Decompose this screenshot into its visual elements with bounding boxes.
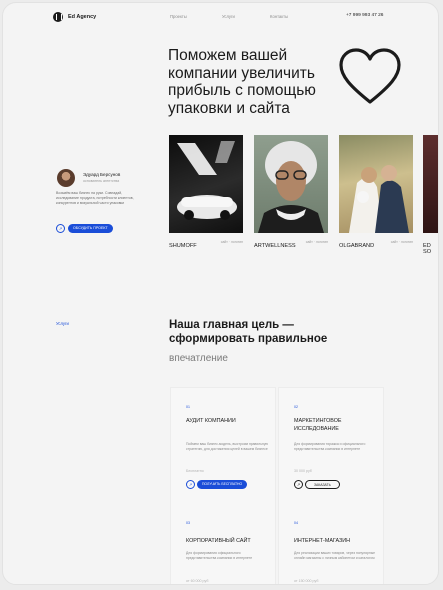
brand-name: Ed Agency bbox=[68, 14, 97, 20]
service-price: 30 000 руб bbox=[294, 469, 312, 473]
service-card-research: 02 МАРКЕТИНГОВОЕ ИССЛЕДОВАНИЕ Для формир… bbox=[278, 387, 384, 584]
phone-link[interactable]: +7 999 993 47 26 bbox=[346, 13, 383, 18]
author-role: основатель агентства bbox=[83, 179, 120, 183]
portfolio-card-shumoff[interactable] bbox=[169, 135, 243, 233]
service-price: Бесплатно bbox=[186, 469, 204, 473]
portfolio-name[interactable]: ED SO bbox=[423, 243, 438, 255]
goal-title-faded: впечатление bbox=[169, 353, 228, 364]
services-grid: 01 АУДИТ КОМПАНИИ Поймем ваш бизнес-моде… bbox=[170, 387, 385, 584]
author-name: Эдуард Берсунов bbox=[83, 172, 121, 177]
get-free-label: ПОЛУЧИТЬ БЕСПЛАТНО bbox=[197, 480, 248, 489]
service-number: 01 bbox=[186, 405, 190, 409]
brand-logo[interactable]: Ed Agency bbox=[53, 12, 96, 22]
service-card-audit: 01 АУДИТ КОМПАНИИ Поймем ваш бизнес-моде… bbox=[170, 387, 276, 584]
service-number: 04 bbox=[294, 521, 298, 525]
get-free-button[interactable]: ↗ ПОЛУЧИТЬ БЕСПЛАТНО bbox=[186, 480, 248, 489]
arrow-icon: ↗ bbox=[294, 480, 303, 489]
service-price: от 60 000 руб bbox=[186, 579, 209, 583]
portfolio-card-artwellness[interactable] bbox=[254, 135, 328, 233]
wedding-photo bbox=[349, 165, 409, 233]
brand-mark-icon bbox=[53, 12, 63, 22]
arrow-icon: ↗ bbox=[56, 224, 65, 233]
nav-link-projects[interactable]: Проекты bbox=[170, 14, 187, 19]
portrait-photo bbox=[258, 141, 324, 233]
portfolio-name[interactable]: ARTWELLNESS bbox=[254, 243, 296, 249]
service-number: 03 bbox=[186, 521, 190, 525]
goal-title: Наша главная цель — сформировать правиль… bbox=[169, 319, 328, 345]
discuss-project-label: ОБСУДИТЬ ПРОЕКТ bbox=[68, 224, 113, 233]
page-frame: Ed Agency Проекты Услуги Контакты +7 999… bbox=[2, 2, 439, 585]
service-title: АУДИТ КОМПАНИИ bbox=[186, 418, 236, 424]
arrow-icon: ↗ bbox=[186, 480, 195, 489]
service-title: ИНТЕРНЕТ-МАГАЗИН bbox=[294, 538, 351, 544]
car-photo bbox=[177, 141, 237, 220]
hero-title: Поможем вашей компании увеличить прибыль… bbox=[168, 47, 316, 117]
portfolio-card-olgabrand[interactable] bbox=[339, 135, 413, 233]
nav-link-contacts[interactable]: Контакты bbox=[270, 14, 288, 19]
service-number: 02 bbox=[294, 405, 298, 409]
service-description: Для формирования тиражка и официального … bbox=[294, 442, 366, 451]
nav-link-services[interactable]: Услуги bbox=[222, 14, 235, 19]
service-description: Поймем ваш бизнес-модель, выстроим прави… bbox=[186, 442, 269, 451]
order-label: ЗАКАЗАТЬ bbox=[305, 480, 340, 489]
section-label-services: Услуги bbox=[56, 321, 69, 326]
service-title: КОРПОРАТИВНЫЙ САЙТ bbox=[186, 538, 251, 544]
service-description: Для формирования официального представит… bbox=[186, 551, 253, 560]
portfolio-name[interactable]: SHUMOFF bbox=[169, 243, 197, 249]
portfolio-name[interactable]: OLGABRAND bbox=[339, 243, 374, 249]
service-description: Для реализации ваших товаров, через попу… bbox=[294, 551, 376, 560]
order-button[interactable]: ↗ ЗАКАЗАТЬ bbox=[294, 480, 340, 489]
portfolio-card-edso[interactable] bbox=[423, 135, 438, 233]
discuss-project-button[interactable]: ↗ ОБСУДИТЬ ПРОЕКТ bbox=[56, 224, 113, 233]
heart-outline-icon bbox=[339, 48, 401, 104]
author-description: Возьмём ваш бизнес на руки. Совпадай, ис… bbox=[56, 191, 134, 205]
service-price: от 150 000 руб bbox=[294, 579, 319, 583]
service-title: МАРКЕТИНГОВОЕ ИССЛЕДОВАНИЕ bbox=[294, 418, 342, 432]
author-avatar bbox=[57, 169, 75, 187]
